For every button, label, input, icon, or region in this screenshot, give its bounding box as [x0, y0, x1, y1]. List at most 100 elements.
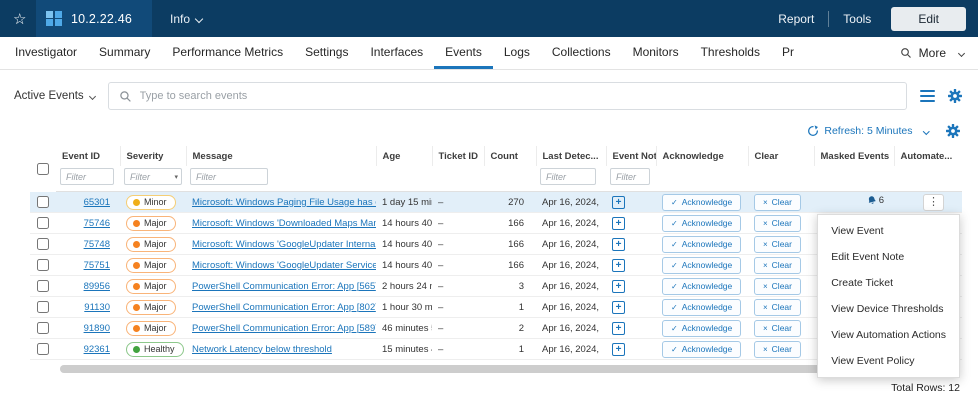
add-event-note-icon[interactable]: + [612, 321, 625, 335]
edit-button[interactable]: Edit [891, 6, 966, 31]
event-id-link[interactable]: 75751 [84, 260, 110, 271]
acknowledge-button[interactable]: ✓ Acknowledge [662, 235, 742, 253]
clear-button[interactable]: × Clear [754, 319, 801, 337]
row-checkbox[interactable] [37, 322, 49, 334]
row-checkbox[interactable] [37, 343, 49, 355]
column-header-masked_events[interactable]: Masked Events [814, 146, 895, 166]
acknowledge-button[interactable]: ✓ Acknowledge [662, 319, 742, 337]
tab-performance-metrics[interactable]: Performance Metrics [161, 37, 294, 69]
column-header-last_detected[interactable]: Last Detec... [536, 146, 607, 166]
acknowledge-button[interactable]: ✓ Acknowledge [662, 214, 742, 232]
tools-button[interactable]: Tools [843, 12, 871, 26]
event-id-link[interactable]: 92361 [84, 344, 110, 355]
masked-events-indicator[interactable]: 6 [867, 195, 884, 206]
tab-logs[interactable]: Logs [493, 37, 541, 69]
event-message-link[interactable]: PowerShell Communication Error: App [802… [192, 302, 376, 313]
event-message-link[interactable]: Microsoft: Windows 'Downloaded Maps Mana… [192, 218, 376, 229]
event-id-link[interactable]: 89956 [84, 281, 110, 292]
menu-item-create-ticket[interactable]: Create Ticket [818, 270, 959, 296]
column-header-message[interactable]: Message [186, 146, 377, 166]
event-id-link[interactable]: 75748 [84, 239, 110, 250]
event-id-link[interactable]: 91890 [84, 323, 110, 334]
row-checkbox[interactable] [37, 259, 49, 271]
column-header-event_id[interactable]: Event ID [56, 146, 121, 166]
add-event-note-icon[interactable]: + [612, 300, 625, 314]
column-header-automated[interactable]: Automate... [894, 146, 962, 166]
row-checkbox[interactable] [37, 217, 49, 229]
acknowledge-button[interactable]: ✓ Acknowledge [662, 340, 742, 358]
add-event-note-icon[interactable]: + [612, 279, 625, 293]
event-message-link[interactable]: Microsoft: Windows Paging File Usage has… [192, 197, 376, 208]
event-row-65301[interactable]: 65301 Minor Microsoft: Windows Paging File… [30, 191, 962, 213]
report-button[interactable]: Report [778, 12, 814, 26]
event-id-link[interactable]: 75746 [84, 218, 110, 229]
row-checkbox[interactable] [37, 195, 49, 208]
filter-input-last_detected[interactable] [540, 168, 596, 185]
add-event-note-icon[interactable]: + [612, 258, 625, 272]
list-view-icon[interactable] [920, 90, 935, 102]
tab-investigator[interactable]: Investigator [4, 37, 88, 69]
add-event-note-icon[interactable]: + [612, 342, 625, 356]
event-message-link[interactable]: PowerShell Communication Error: App [565… [192, 281, 376, 292]
tab-interfaces[interactable]: Interfaces [359, 37, 434, 69]
clear-button[interactable]: × Clear [754, 235, 801, 253]
tab-collections[interactable]: Collections [541, 37, 622, 69]
favorite-star-icon[interactable]: ☆ [0, 10, 36, 28]
filter-input-event_note[interactable] [610, 168, 650, 185]
tab-events[interactable]: Events [434, 37, 493, 69]
tab-settings[interactable]: Settings [294, 37, 359, 69]
view-selector[interactable]: Active Events [14, 90, 96, 102]
grid-settings-gear-icon[interactable] [948, 89, 962, 103]
menu-item-view-device-thresholds[interactable]: View Device Thresholds [818, 296, 959, 322]
clear-button[interactable]: × Clear [754, 256, 801, 274]
column-header-clear[interactable]: Clear [748, 146, 815, 166]
event-id-link[interactable]: 65301 [84, 197, 110, 208]
row-checkbox[interactable] [37, 301, 49, 313]
menu-item-view-automation-actions[interactable]: View Automation Actions [818, 322, 959, 348]
filter-input-severity[interactable] [124, 168, 182, 185]
tab-monitors[interactable]: Monitors [622, 37, 690, 69]
column-header-severity[interactable]: Severity [120, 146, 187, 166]
event-message-link[interactable]: Network Latency below threshold [192, 344, 332, 355]
acknowledge-button[interactable]: ✓ Acknowledge [662, 256, 742, 274]
clear-button[interactable]: × Clear [754, 193, 801, 211]
event-message-link[interactable]: Microsoft: Windows 'GoogleUpdater Servic… [192, 260, 376, 271]
more-dropdown[interactable]: More [900, 37, 972, 69]
clear-button[interactable]: × Clear [754, 277, 801, 295]
column-header-count[interactable]: Count [484, 146, 537, 166]
horizontal-scrollbar[interactable] [60, 365, 946, 373]
tab-summary[interactable]: Summary [88, 37, 161, 69]
horizontal-scrollbar-thumb[interactable] [60, 365, 840, 373]
event-message-link[interactable]: PowerShell Communication Error: App [589… [192, 323, 376, 334]
add-event-note-icon[interactable]: + [612, 216, 625, 230]
row-checkbox[interactable] [37, 280, 49, 292]
search-input[interactable] [139, 90, 896, 102]
tab-thresholds[interactable]: Thresholds [690, 37, 771, 69]
filter-input-event_id[interactable] [60, 168, 114, 185]
acknowledge-button[interactable]: ✓ Acknowledge [662, 277, 742, 295]
row-checkbox[interactable] [37, 238, 49, 250]
column-header-event_note[interactable]: Event Note [606, 146, 657, 166]
column-header-ticket_id[interactable]: Ticket ID [432, 146, 485, 166]
acknowledge-button[interactable]: ✓ Acknowledge [662, 298, 742, 316]
event-id-link[interactable]: 91130 [84, 302, 110, 313]
row-actions-menu-button[interactable]: ⋮ [923, 193, 944, 211]
filter-input-message[interactable] [190, 168, 268, 185]
acknowledge-button[interactable]: ✓ Acknowledge [662, 193, 742, 211]
menu-item-view-event[interactable]: View Event [818, 218, 959, 244]
table-settings-gear-icon[interactable] [946, 124, 960, 138]
event-message-link[interactable]: Microsoft: Windows 'GoogleUpdater Intern… [192, 239, 376, 250]
add-event-note-icon[interactable]: + [612, 237, 625, 251]
tab-pr[interactable]: Pr [771, 37, 805, 69]
menu-item-view-event-policy[interactable]: View Event Policy [818, 348, 959, 374]
select-all-checkbox[interactable] [37, 162, 49, 175]
column-header-acknowledge[interactable]: Acknowledge [656, 146, 749, 166]
add-event-note-icon[interactable]: + [612, 195, 625, 209]
column-header-age[interactable]: Age [376, 146, 433, 166]
info-dropdown[interactable]: Info [170, 12, 204, 26]
clear-button[interactable]: × Clear [754, 214, 801, 232]
clear-button[interactable]: × Clear [754, 340, 801, 358]
clear-button[interactable]: × Clear [754, 298, 801, 316]
severity-filter-caret-icon[interactable]: ▾ [174, 173, 178, 181]
menu-item-edit-event-note[interactable]: Edit Event Note [818, 244, 959, 270]
